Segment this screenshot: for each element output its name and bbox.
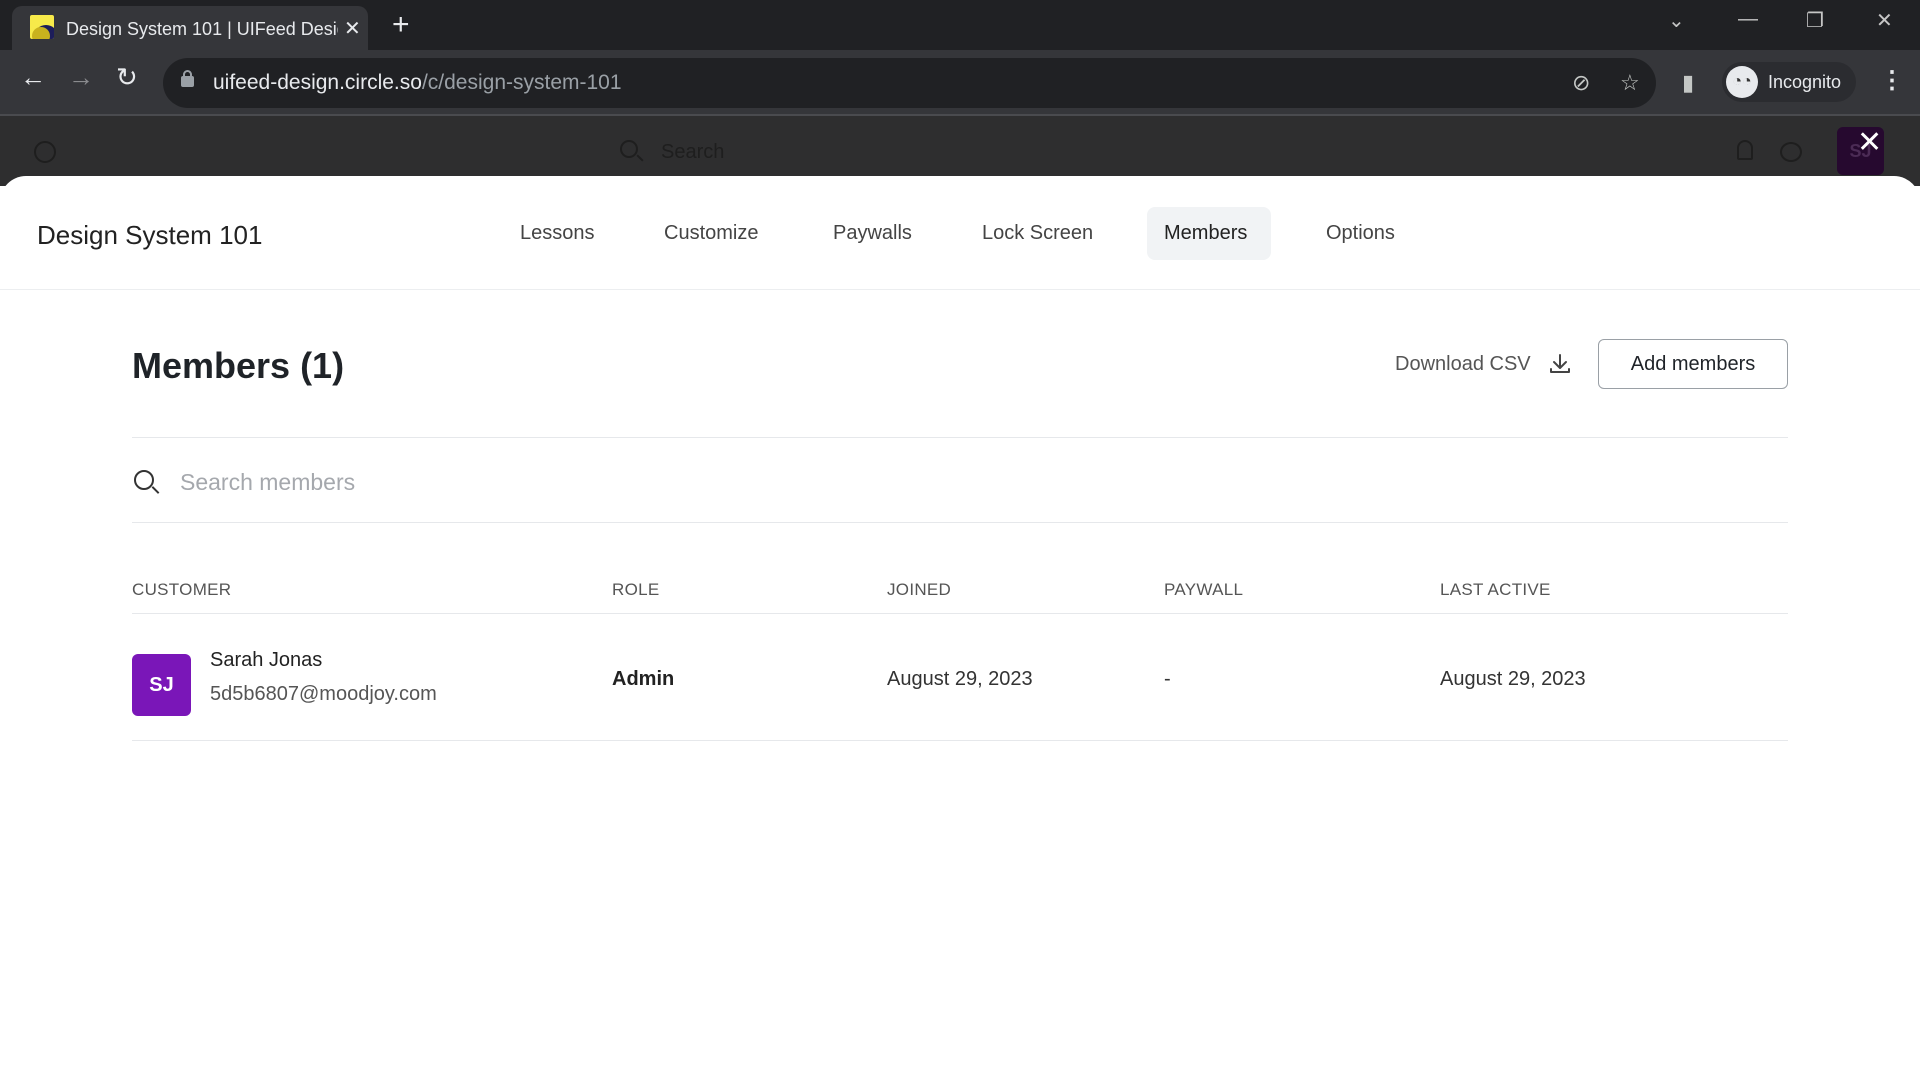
divider	[132, 522, 1788, 523]
restore-icon[interactable]: ❐	[1806, 8, 1824, 33]
search-members-input[interactable]	[180, 462, 1680, 502]
minimize-icon[interactable]: —	[1738, 8, 1758, 31]
close-modal-icon[interactable]: ✕	[1857, 128, 1882, 158]
divider	[132, 613, 1788, 614]
member-paywall: -	[1164, 668, 1171, 690]
tab-lock-screen[interactable]: Lock Screen	[982, 222, 1093, 245]
incognito-icon: ◔◔	[1726, 66, 1758, 98]
tab-lessons[interactable]: Lessons	[520, 222, 595, 245]
url-path: /c/design-system-101	[421, 71, 622, 94]
reload-icon[interactable]: ↻	[116, 62, 138, 93]
url-host: uifeed-design.circle.so	[213, 71, 422, 94]
close-tab-icon[interactable]: ✕	[344, 16, 361, 41]
header-divider	[0, 289, 1920, 290]
avatar[interactable]: SJ	[132, 654, 191, 716]
close-window-icon[interactable]: ✕	[1876, 8, 1893, 33]
course-settings-modal	[0, 176, 1920, 1080]
column-header-customer[interactable]: CUSTOMER	[132, 580, 231, 600]
download-icon[interactable]	[1548, 352, 1572, 376]
search-icon	[620, 140, 638, 158]
forward-icon[interactable]: →	[68, 62, 94, 93]
new-tab-button[interactable]: +	[392, 8, 410, 42]
favicon-icon	[30, 15, 54, 39]
divider	[132, 437, 1788, 438]
column-header-paywall[interactable]: PAYWALL	[1164, 580, 1243, 600]
browser-tab-title: Design System 101 | UIFeed Design	[66, 19, 338, 39]
chat-icon[interactable]	[1780, 142, 1802, 162]
tab-search-icon[interactable]: ⌄	[1668, 8, 1685, 33]
tab-members[interactable]: Members	[1164, 222, 1247, 245]
address-bar[interactable]: uifeed-design.circle.so/c/design-system-…	[163, 58, 1656, 108]
column-header-last-active[interactable]: LAST ACTIVE	[1440, 580, 1551, 600]
bell-icon[interactable]	[1737, 140, 1753, 160]
community-logo-icon[interactable]	[34, 141, 56, 163]
kebab-menu-icon[interactable]: ⋮	[1880, 66, 1904, 95]
divider	[132, 740, 1788, 741]
member-email: 5d5b6807@moodjoy.com	[210, 683, 437, 705]
url-text: uifeed-design.circle.so/c/design-system-…	[213, 71, 622, 95]
incognito-profile-button[interactable]: ◔◔ Incognito	[1722, 62, 1856, 102]
modal-title: Design System 101	[37, 220, 263, 250]
add-members-button[interactable]: Add members	[1598, 339, 1788, 389]
column-header-joined[interactable]: JOINED	[887, 580, 951, 600]
page-title: Members (1)	[132, 345, 345, 386]
eye-off-icon[interactable]: ⊘	[1572, 70, 1590, 96]
app-search[interactable]: Search	[661, 141, 724, 164]
member-last-active: August 29, 2023	[1440, 668, 1586, 690]
tab-options[interactable]: Options	[1326, 222, 1395, 245]
incognito-label: Incognito	[1768, 72, 1842, 92]
member-role: Admin	[612, 668, 675, 690]
back-icon[interactable]: ←	[20, 62, 46, 93]
lock-icon	[181, 70, 194, 87]
tab-paywalls[interactable]: Paywalls	[833, 222, 912, 245]
browser-tab[interactable]: Design System 101 | UIFeed Design ✕	[12, 6, 368, 52]
download-csv-button[interactable]: Download CSV	[1395, 353, 1531, 376]
member-joined: August 29, 2023	[887, 668, 1033, 690]
side-panel-icon[interactable]: ▮	[1682, 70, 1694, 96]
search-icon	[134, 470, 154, 490]
star-icon[interactable]: ☆	[1620, 70, 1640, 96]
member-name[interactable]: Sarah Jonas	[210, 649, 322, 672]
tab-customize[interactable]: Customize	[664, 222, 758, 245]
column-header-role[interactable]: ROLE	[612, 580, 660, 600]
